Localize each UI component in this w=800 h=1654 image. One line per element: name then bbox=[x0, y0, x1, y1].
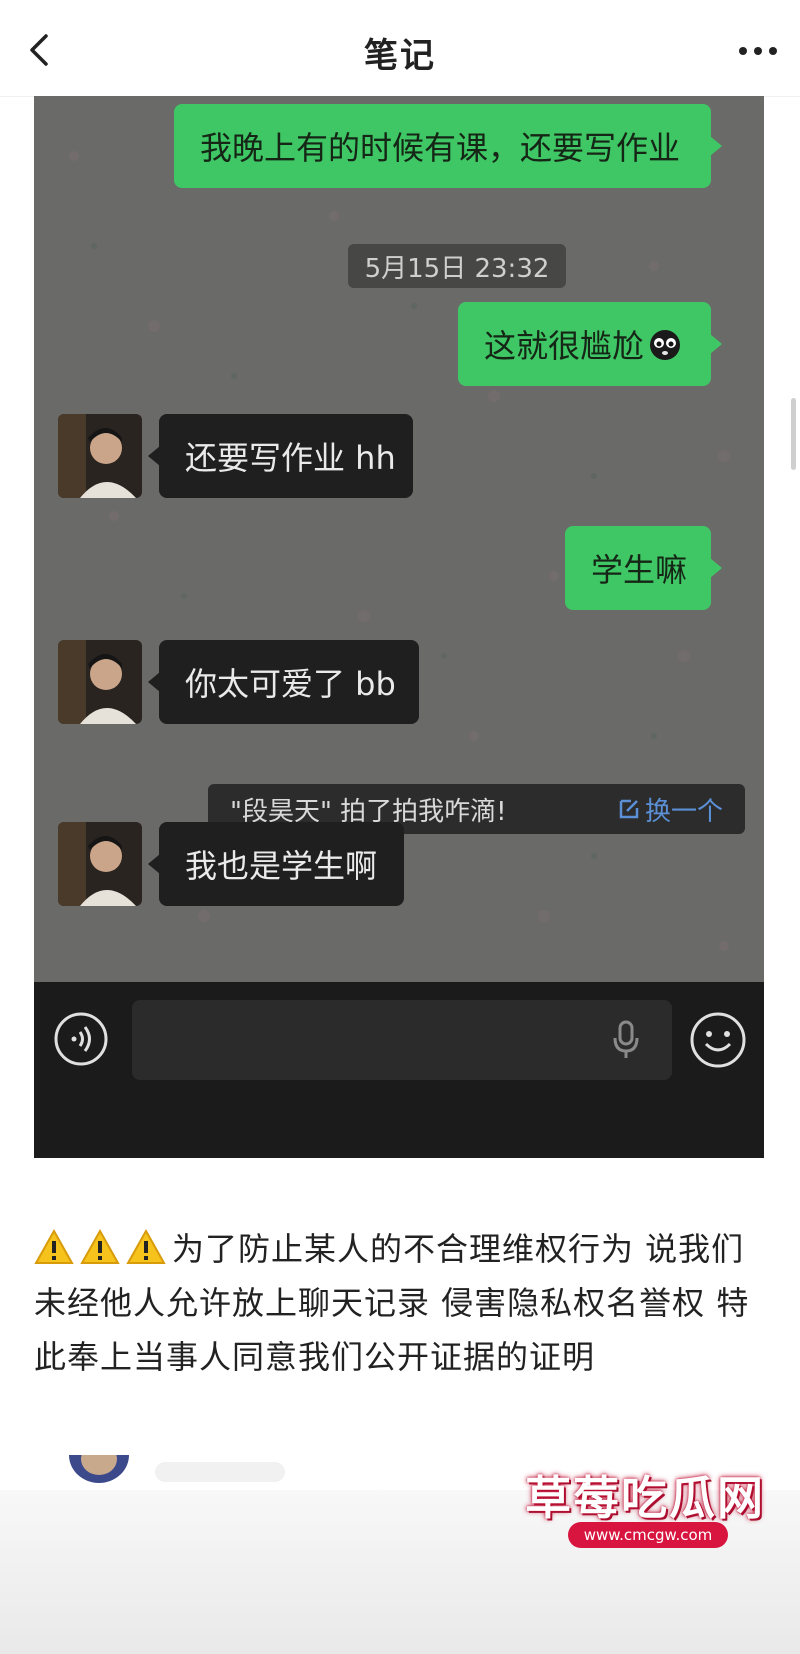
message-text: 我也是学生啊 bbox=[185, 847, 378, 885]
avatar[interactable] bbox=[58, 414, 142, 498]
chat-screenshot-image: 我晚上有的时候有课，还要写作业 5月15日 23:32 这就很尴尬 还要写作业 … bbox=[34, 96, 764, 1158]
avatar-photo bbox=[58, 414, 142, 498]
timestamp: 5月15日 23:32 bbox=[348, 244, 566, 288]
message-text: 这就很尴尬 bbox=[484, 327, 645, 365]
message-bubble-outgoing[interactable]: 学生嘛 bbox=[565, 526, 722, 610]
message-text: 我晚上有的时候有课，还要写作业 bbox=[200, 129, 681, 167]
avatar[interactable] bbox=[58, 640, 142, 724]
watermark-logo: 草莓吃瓜网 www.cmcgw.com bbox=[520, 1462, 770, 1582]
message-bubble-outgoing[interactable]: 我晚上有的时候有课，还要写作业 bbox=[174, 104, 722, 188]
message-bubble-outgoing[interactable]: 这就很尴尬 bbox=[458, 302, 722, 386]
avatar-photo bbox=[58, 640, 142, 724]
voice-icon[interactable] bbox=[52, 1010, 110, 1068]
mic-icon[interactable] bbox=[610, 1020, 642, 1060]
warning-icon bbox=[34, 1229, 74, 1264]
more-dots-icon[interactable] bbox=[736, 36, 780, 66]
awkward-face-icon bbox=[650, 330, 681, 360]
message-bubble-incoming[interactable]: 你太可爱了 bb bbox=[148, 640, 419, 724]
watermark-url: www.cmcgw.com bbox=[568, 1522, 728, 1548]
change-pat-button[interactable]: 换一个 bbox=[617, 791, 723, 828]
message-text: 还要写作业 hh bbox=[185, 439, 396, 477]
message-bubble-incoming[interactable]: 还要写作业 hh bbox=[148, 414, 413, 498]
avatar[interactable] bbox=[58, 822, 142, 906]
page-title: 笔记 bbox=[364, 36, 436, 76]
edit-icon bbox=[619, 799, 639, 819]
warning-icon bbox=[80, 1229, 120, 1264]
avatar[interactable] bbox=[66, 1455, 132, 1485]
commenter-name-placeholder bbox=[155, 1462, 285, 1482]
watermark-title: 草莓吃瓜网 bbox=[525, 1471, 765, 1525]
message-input[interactable] bbox=[132, 1000, 672, 1080]
message-text: 你太可爱了 bb bbox=[185, 665, 396, 703]
message-text: 学生嘛 bbox=[591, 551, 688, 589]
avatar-photo bbox=[69, 1455, 129, 1483]
avatar-photo bbox=[58, 822, 142, 906]
note-caption: 为了防止某人的不合理维权行为 说我们未经他人允许放上聊天记录 侵害隐私权名誉权 … bbox=[34, 1222, 774, 1384]
emoji-icon[interactable] bbox=[688, 1010, 748, 1070]
change-label: 换一个 bbox=[644, 796, 723, 827]
top-nav-bar: 笔记 bbox=[0, 0, 800, 97]
message-bubble-incoming[interactable]: 我也是学生啊 bbox=[148, 822, 404, 906]
chat-input-bar bbox=[34, 982, 764, 1158]
warning-icon bbox=[126, 1229, 166, 1264]
scrollbar[interactable] bbox=[791, 398, 796, 470]
